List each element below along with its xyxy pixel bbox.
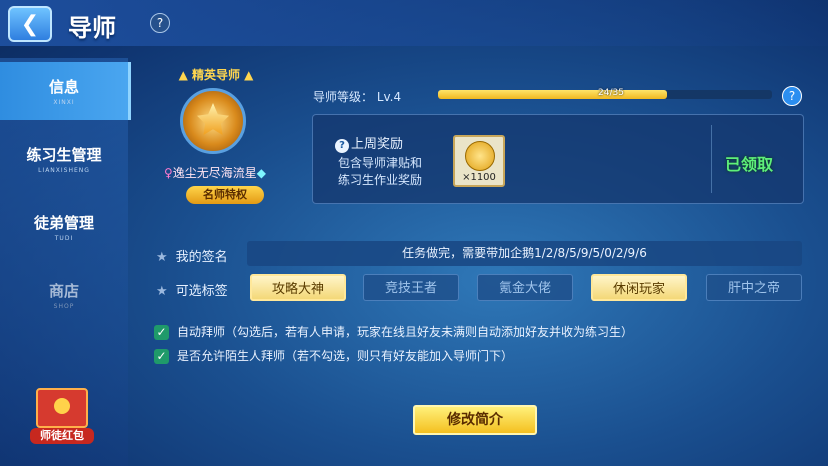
tag-big-spender[interactable]: 氪金大佬 xyxy=(477,274,573,301)
crown-emblem-icon xyxy=(180,88,246,154)
checkbox-checked-icon[interactable]: ✓ xyxy=(154,325,169,340)
sidebar-item-sub: SHOP xyxy=(53,303,75,310)
level-progress-bar: 24/35 xyxy=(438,88,772,99)
tags-label: ★ 可选标签 xyxy=(156,284,228,299)
signature-field[interactable]: 任务做完，需要带加企鹅1/2/8/5/9/5/0/2/9/6 xyxy=(247,241,802,266)
claimed-status: 已领取 xyxy=(725,155,774,174)
reward-description: 包含导师津贴和 练习生作业奖励 xyxy=(337,156,422,187)
divider xyxy=(711,125,712,193)
elite-mentor-title: ▲ 精英导师 ▲ xyxy=(178,68,254,82)
diamond-icon: ◆ xyxy=(256,166,267,180)
reward-item[interactable]: ×1100 xyxy=(453,135,505,187)
sidebar-item-label: 商店 xyxy=(48,282,79,300)
help-icon[interactable]: ? xyxy=(150,13,170,33)
signature-label: ★ 我的签名 xyxy=(156,250,228,265)
red-packet-label: 师徒红包 xyxy=(30,428,94,444)
level-progress-text: 24/35 xyxy=(598,88,624,98)
star-icon: ★ xyxy=(156,284,168,299)
sidebar-item-label: 练习生管理 xyxy=(26,146,102,164)
tag-grind-emperor[interactable]: 肝中之帝 xyxy=(706,274,802,301)
sidebar-item-disciples[interactable]: 徒弟管理 TUDI xyxy=(0,198,128,256)
star-icon: ★ xyxy=(156,250,168,265)
sidebar-item-label: 信息 xyxy=(48,78,79,96)
tag-strategy-master[interactable]: 攻略大神 xyxy=(250,274,346,301)
level-help-icon[interactable]: ? xyxy=(782,86,802,106)
sidebar-item-info[interactable]: 信息 XINXI xyxy=(0,62,131,120)
page-title: 导师 xyxy=(68,14,116,42)
privilege-button[interactable]: 名师特权 xyxy=(186,186,264,204)
sidebar-item-label: 徒弟管理 xyxy=(33,214,94,232)
weekly-reward-panel: ? 上周奖励 包含导师津贴和 练习生作业奖励 ×1100 已领取 xyxy=(312,114,804,204)
mentor-name: ♀逸尘无尽海流星◆ xyxy=(163,166,267,180)
sidebar-item-sub: XINXI xyxy=(53,99,75,106)
mentor-badge: ▲ 精英导师 ▲ ♀逸尘无尽海流星◆ 名师特权 xyxy=(150,62,280,212)
tag-arena-king[interactable]: 竞技王者 xyxy=(363,274,459,301)
back-button[interactable]: ❮ xyxy=(8,6,52,42)
coin-icon xyxy=(54,398,70,414)
mentor-level-label: 导师等级： Lv.4 xyxy=(313,90,402,104)
sidebar-item-trainees[interactable]: 练习生管理 LIANXISHENG xyxy=(0,130,128,188)
reward-title: ? 上周奖励 xyxy=(335,133,403,153)
chevron-left-icon: ❮ xyxy=(20,11,40,37)
checkbox-checked-icon[interactable]: ✓ xyxy=(154,349,169,364)
female-icon: ♀ xyxy=(163,166,173,180)
edit-profile-button[interactable]: 修改简介 xyxy=(413,405,537,435)
top-bar: ❮ 导师 ? xyxy=(0,0,828,46)
allow-strangers-option[interactable]: ✓ 是否允许陌生人拜师（若不勾选，则只有好友能加入导师门下） xyxy=(154,347,513,364)
level-progress-fill xyxy=(438,90,668,99)
sidebar-item-shop[interactable]: 商店 SHOP xyxy=(0,266,128,324)
sidebar-item-sub: LIANXISHENG xyxy=(38,167,90,174)
coin-icon xyxy=(465,141,495,171)
tag-casual-player[interactable]: 休闲玩家 xyxy=(591,274,687,301)
question-icon[interactable]: ? xyxy=(335,139,349,153)
mentor-red-packet-button[interactable]: 师徒红包 xyxy=(30,388,94,446)
reward-quantity: ×1100 xyxy=(462,172,496,183)
sidebar-item-sub: TUDI xyxy=(54,235,74,242)
auto-accept-option[interactable]: ✓ 自动拜师（勾选后，若有人申请，玩家在线且好友未满则自动添加好友并收为练习生） xyxy=(154,323,633,340)
